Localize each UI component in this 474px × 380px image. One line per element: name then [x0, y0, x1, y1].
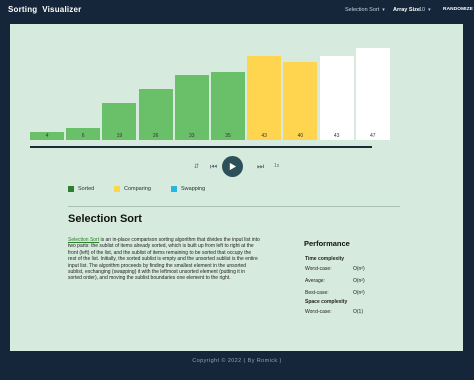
step-forward-button[interactable]: ⏭	[257, 162, 264, 172]
bar-6: 43	[247, 55, 282, 140]
bar-value-label: 43	[261, 133, 267, 139]
bar-5: 35	[211, 71, 245, 140]
bar-3: 26	[138, 89, 173, 140]
bar-4: 33	[174, 75, 209, 140]
bar-value-label: 33	[189, 133, 195, 139]
space-worst-case-value: O(1)	[353, 309, 363, 315]
array-size-value: 10	[419, 7, 426, 13]
top-navbar: Sorting Visualizer Selection Sort ▾ Array…	[0, 0, 474, 22]
legend-item-comparing: Comparing	[114, 186, 151, 192]
worst-case-label: Worst-case:	[305, 266, 332, 272]
algorithm-title: Selection Sort	[68, 213, 142, 225]
bar-value-label: 4	[45, 133, 49, 139]
speed-slower-button[interactable]: ⇵	[194, 163, 199, 170]
skip-back-icon: ⏮	[210, 162, 218, 171]
randomize-button[interactable]: RANDOMIZE	[443, 7, 473, 12]
playback-controls: ⇵ ⏮ ⏭ 1x	[10, 156, 463, 178]
step-back-button[interactable]: ⏮	[210, 162, 217, 172]
worst-case-value: O(n²)	[353, 266, 365, 272]
best-case-label: Best-case:	[305, 290, 329, 296]
speed-text: 1x	[274, 163, 280, 169]
description-body: is an in-place comparison sorting algori…	[68, 237, 260, 282]
legend-item-swapping: Swapping	[171, 186, 205, 192]
footer-copyright: Copyright © 2022 ( By Romick )	[192, 358, 282, 364]
bar-9: 47	[355, 48, 390, 140]
bar-2: 19	[102, 102, 137, 140]
legend-swatch-swapping	[171, 186, 177, 192]
progress-track[interactable]	[30, 146, 372, 148]
play-icon	[229, 162, 237, 171]
bar-value-label: 47	[370, 133, 376, 139]
section-divider	[68, 206, 400, 207]
bar-value-label: 19	[116, 133, 123, 139]
slower-icon: ⇵	[194, 164, 200, 170]
legend-label-sorted: Sorted	[78, 186, 95, 192]
bar-value-label: 35	[225, 133, 231, 139]
best-case-value: O(n²)	[353, 290, 365, 296]
bars-container: 4 6 19 26 33 35 43 40 43 47	[30, 24, 450, 140]
chevron-down-icon: ▾	[428, 7, 431, 13]
bar-value-label: 40	[297, 133, 304, 139]
skip-forward-icon: ⏭	[257, 162, 265, 171]
legend-label-swapping: Swapping	[181, 186, 206, 192]
chevron-down-icon: ▾	[382, 7, 385, 13]
bar-0: 4	[30, 132, 64, 140]
wiki-link[interactable]: Selection Sort	[68, 237, 99, 243]
legend-label-comparing: Comparing	[124, 186, 151, 192]
space-complexity-heading: Space complexity	[305, 299, 348, 305]
algorithm-dropdown[interactable]: Selection Sort ▾	[345, 7, 385, 13]
algorithm-dropdown-label: Selection Sort	[345, 7, 380, 13]
algorithm-description: Selection Sort is an in-place comparison…	[68, 237, 260, 282]
speed-faster-button[interactable]: 1x	[274, 163, 279, 169]
bar-7: 40	[283, 61, 318, 140]
brand-title[interactable]: Sorting Visualizer	[8, 5, 81, 14]
performance-title: Performance	[304, 239, 350, 248]
array-size-label: Array Size	[393, 7, 420, 13]
play-button[interactable]	[222, 156, 243, 177]
space-worst-case-label: Worst-case:	[305, 309, 332, 315]
bar-8: 43	[319, 55, 354, 140]
legend-item-sorted: Sorted	[68, 186, 94, 192]
average-case-value: O(n²)	[353, 278, 365, 284]
legend-swatch-comparing	[114, 186, 120, 192]
average-case-label: Average:	[305, 278, 325, 284]
bar-value-label: 6	[81, 133, 85, 139]
legend-swatch-sorted	[68, 186, 74, 192]
time-complexity-heading: Time complexity	[305, 256, 345, 262]
bar-1: 6	[66, 128, 101, 140]
bar-value-label: 26	[152, 133, 159, 139]
visualizer-panel: 4 6 19 26 33 35 43 40 43 47 ⇵ ⏮ ⏭ 1x Sorted Compa…	[10, 24, 463, 351]
array-size-dropdown[interactable]: 10 ▾	[419, 7, 431, 13]
bar-value-label: 43	[333, 133, 340, 139]
